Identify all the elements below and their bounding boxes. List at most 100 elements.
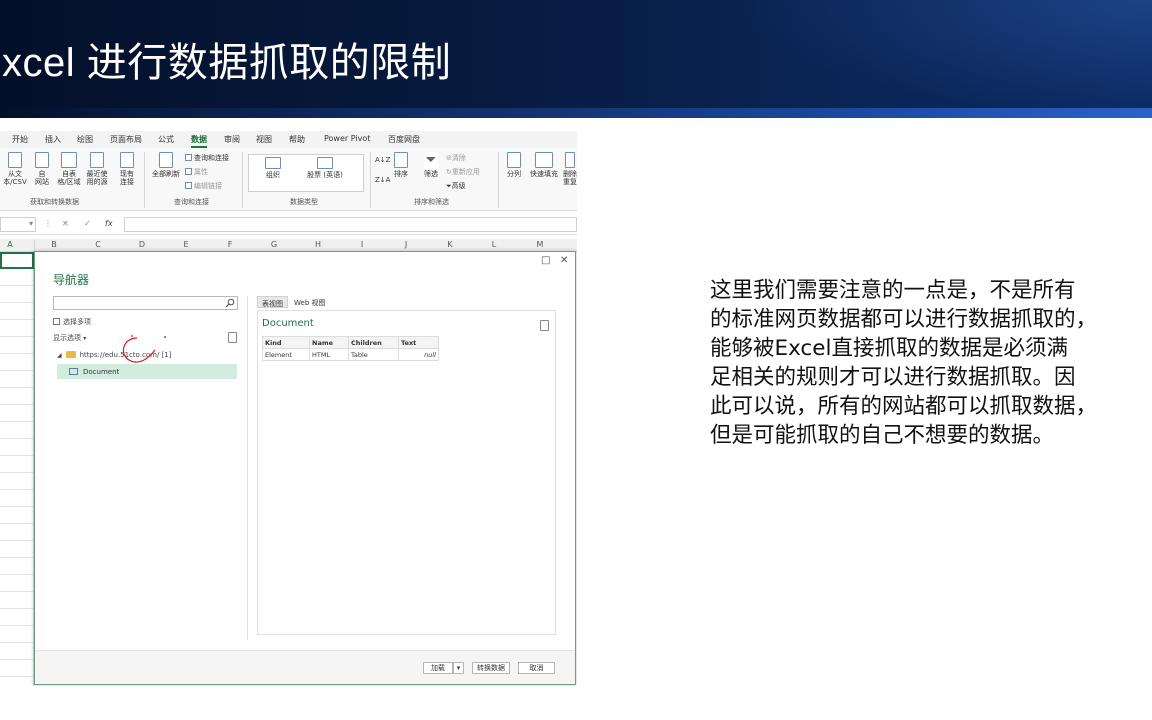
select-multiple-checkbox[interactable]: 选择多项 (53, 317, 91, 327)
checkbox-icon[interactable] (53, 318, 60, 325)
column-header[interactable]: J (384, 240, 428, 249)
tab-draw[interactable]: 绘图 (77, 134, 93, 145)
red-annotation-mark (122, 335, 166, 363)
stocks-type-button[interactable]: 股票 (英语) (300, 157, 350, 179)
folder-icon (65, 351, 76, 358)
load-button[interactable]: 加载 (423, 662, 453, 674)
column-header[interactable]: E (164, 240, 208, 249)
chevron-down-icon: ▾ (83, 335, 87, 342)
button-label: 编辑链接 (194, 182, 222, 190)
organization-type-button[interactable]: 组织 (256, 157, 290, 179)
dialog-footer: 加载 ▾ 转换数据 取消 (35, 650, 575, 684)
close-icon[interactable]: ✕ (560, 255, 568, 266)
queries-connections-button[interactable]: 查询和连接 (185, 153, 229, 163)
from-web-button[interactable]: 自 网站 (30, 152, 54, 186)
button-label: 用的源 (86, 178, 108, 186)
tab-table-view[interactable]: 表视图 (257, 296, 288, 308)
sort-button[interactable]: 排序 (390, 152, 412, 178)
search-input[interactable] (53, 296, 238, 310)
column-header[interactable]: L (472, 240, 516, 249)
column-header[interactable]: H (296, 240, 340, 249)
table-icon (69, 368, 78, 375)
insert-function-icon[interactable]: fx (105, 219, 113, 228)
button-label: 分列 (507, 170, 521, 178)
tab-power-pivot[interactable]: Power Pivot (324, 134, 370, 143)
column-header[interactable]: B (32, 240, 76, 249)
properties-button[interactable]: 属性 (185, 167, 208, 177)
transform-data-button[interactable]: 转换数据 (472, 662, 510, 674)
cancel-button[interactable]: 取消 (518, 662, 555, 674)
button-label: 格/区域 (57, 178, 81, 186)
refresh-icon[interactable] (228, 332, 237, 343)
banner-glow (732, 0, 1152, 118)
column-header[interactable]: F (208, 240, 252, 249)
maximize-icon[interactable]: □ (541, 255, 550, 266)
enter-icon[interactable]: ✓ (84, 219, 91, 228)
checkbox-label: 选择多项 (63, 318, 91, 326)
text-to-columns-button[interactable]: 分列 (503, 152, 525, 178)
link-icon (185, 182, 192, 189)
from-table-range-button[interactable]: 自表 格/区域 (56, 152, 82, 186)
group-separator (370, 152, 371, 208)
table-cell: Table (348, 348, 399, 361)
tab-review[interactable]: 审阅 (224, 134, 240, 145)
edit-links-button[interactable]: 编辑链接 (185, 181, 222, 191)
load-dropdown-button[interactable]: ▾ (453, 662, 464, 674)
sort-za-button[interactable]: Z↓A (375, 176, 390, 184)
reapply-button[interactable]: ↻重新应用 (446, 167, 480, 177)
slide: xcel 进行数据抓取的限制 开始 插入 绘图 页面布局 公式 数据 审阅 视图… (0, 0, 1152, 720)
worksheet-grid[interactable] (0, 252, 34, 686)
recent-sources-button[interactable]: 最近使 用的源 (83, 152, 111, 186)
button-label: 清除 (451, 154, 466, 162)
banner-stripe (0, 108, 1152, 118)
tab-help[interactable]: 帮助 (289, 134, 305, 145)
button-label: 全部刷新 (152, 170, 180, 178)
column-header[interactable]: K (428, 240, 472, 249)
title-banner: xcel 进行数据抓取的限制 (0, 0, 1152, 118)
flash-fill-button[interactable]: 快速填充 (527, 152, 561, 178)
text-line: 的标准网页数据都可以进行数据抓取的， (710, 307, 1098, 332)
existing-connections-button[interactable]: 现有 连接 (114, 152, 140, 186)
dropdown-label: 显示选项 (53, 334, 81, 342)
search-icon[interactable] (225, 298, 235, 308)
button-label: 网站 (35, 178, 49, 186)
pane-divider[interactable] (247, 296, 248, 640)
refresh-icon[interactable] (540, 320, 549, 331)
group-caption-get-data: 获取和转换数据 (30, 198, 79, 206)
from-text-csv-button[interactable]: 从文 本/CSV (2, 152, 28, 186)
column-header[interactable]: I (340, 240, 384, 249)
selected-cell[interactable] (0, 252, 34, 269)
advanced-filter-button[interactable]: ⏷高级 (446, 181, 466, 191)
group-separator (242, 152, 243, 208)
tab-data[interactable]: 数据 (191, 134, 207, 148)
filter-button[interactable]: ⏷ 筛选 (420, 152, 442, 178)
tab-page-layout[interactable]: 页面布局 (110, 134, 142, 145)
remove-duplicates-button[interactable]: 删除 重复 (563, 152, 577, 186)
web-document-icon (35, 152, 49, 168)
excel-screenshot: 开始 插入 绘图 页面布局 公式 数据 审阅 视图 帮助 Power Pivot… (0, 131, 577, 686)
column-header[interactable]: C (76, 240, 120, 249)
tab-insert[interactable]: 插入 (45, 134, 61, 145)
expand-arrow-icon[interactable]: ◢ (57, 352, 62, 359)
column-header[interactable]: M (518, 240, 562, 249)
column-header[interactable]: G (252, 240, 296, 249)
flash-fill-icon (535, 152, 553, 168)
sort-az-button[interactable]: A↓Z (375, 156, 390, 164)
dropdown-arrow-icon[interactable]: ▾ (29, 219, 33, 228)
properties-icon (185, 168, 192, 175)
tab-web-view[interactable]: Web 视图 (290, 296, 330, 308)
cancel-icon[interactable]: ✕ (62, 219, 69, 228)
clear-filter-button[interactable]: ⊘清除 (446, 153, 466, 163)
column-header[interactable]: D (120, 240, 164, 249)
column-header[interactable]: A (0, 240, 32, 249)
tab-baidu-netdisk[interactable]: 百度网盘 (388, 134, 420, 145)
column-header: Name (309, 336, 349, 349)
button-label: 高级 (451, 182, 466, 190)
tab-home[interactable]: 开始 (12, 134, 28, 145)
formula-input[interactable] (124, 217, 577, 232)
button-label: 重新应用 (451, 168, 480, 176)
tab-view[interactable]: 视图 (256, 134, 272, 145)
refresh-all-button[interactable]: 全部刷新 (150, 152, 182, 178)
display-options-dropdown[interactable]: 显示选项 ▾ (53, 333, 86, 343)
tab-formulas[interactable]: 公式 (158, 134, 174, 145)
